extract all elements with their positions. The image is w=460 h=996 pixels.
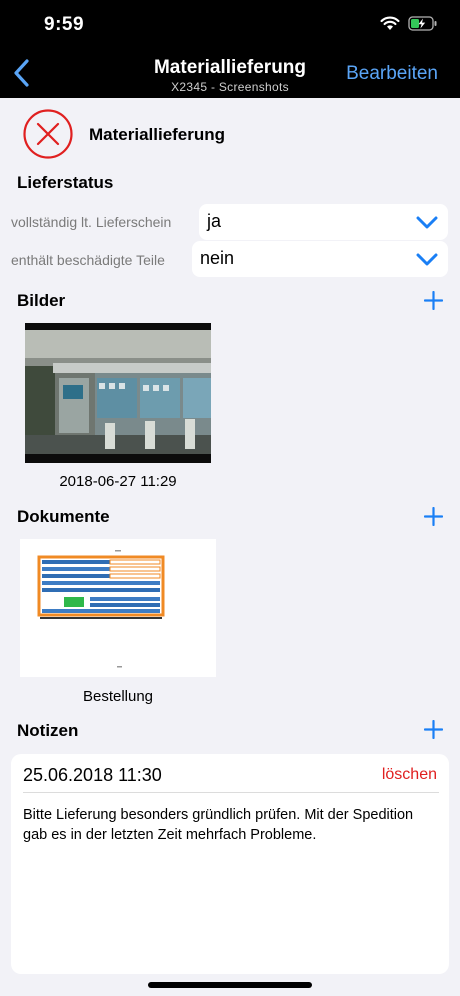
field-label-damaged: enthält beschädigte Teile bbox=[11, 252, 165, 268]
section-bilder: Bilder bbox=[17, 291, 66, 310]
field-label-complete: vollständig lt. Lieferschein bbox=[11, 214, 172, 230]
section-notizen: Notizen bbox=[17, 721, 79, 740]
dropdown-value: ja bbox=[207, 211, 222, 231]
divider bbox=[23, 792, 439, 793]
machine-photo bbox=[25, 323, 211, 463]
delete-note-button[interactable]: löschen bbox=[382, 766, 437, 784]
note-date: 25.06.2018 11:30 bbox=[23, 765, 162, 785]
status-time: 9:59 bbox=[44, 14, 85, 35]
document-caption: Bestellung bbox=[82, 688, 154, 705]
chevron-down-icon bbox=[416, 216, 438, 229]
add-note-icon[interactable] bbox=[424, 720, 443, 739]
document-preview bbox=[20, 539, 216, 677]
wifi-icon bbox=[380, 16, 400, 30]
document-thumbnail[interactable] bbox=[20, 539, 216, 677]
image-caption: 2018-06-27 11:29 bbox=[59, 473, 177, 490]
home-indicator bbox=[148, 982, 312, 988]
dropdown-damaged[interactable]: nein bbox=[192, 241, 448, 277]
image-thumbnail[interactable] bbox=[25, 323, 211, 463]
add-document-icon[interactable] bbox=[424, 507, 443, 526]
cancel-circle-icon bbox=[23, 109, 73, 159]
note-text: Bitte Lieferung besonders gründlich prüf… bbox=[23, 807, 414, 843]
delivery-title: Materiallieferung bbox=[89, 125, 226, 144]
battery-charging-icon bbox=[408, 16, 437, 31]
dropdown-complete[interactable]: ja bbox=[199, 204, 448, 240]
section-lieferstatus: Lieferstatus bbox=[17, 173, 114, 192]
add-image-icon[interactable] bbox=[424, 291, 443, 310]
status-icons bbox=[380, 16, 438, 31]
dropdown-value: nein bbox=[200, 248, 235, 268]
content: Materiallieferung Lieferstatus vollständ… bbox=[0, 98, 460, 996]
note-card: 25.06.2018 11:30 löschen Bitte Lieferung… bbox=[11, 754, 449, 974]
chevron-down-icon bbox=[416, 253, 438, 266]
section-dokumente: Dokumente bbox=[17, 507, 110, 526]
top-bar: 9:59 Materiallieferung X2345 - Screensho… bbox=[0, 0, 460, 98]
edit-button[interactable]: Bearbeiten bbox=[346, 63, 438, 85]
